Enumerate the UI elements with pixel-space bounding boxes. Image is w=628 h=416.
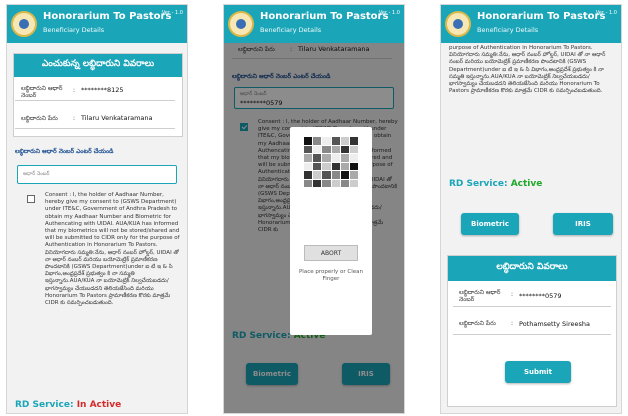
rd-status-value: In Active (76, 400, 122, 410)
rd-service-label: RD Service: (449, 179, 511, 189)
version-label: Ver - 1.0 (161, 10, 183, 16)
capture-hint: Place properly or Clean Finger (298, 269, 364, 282)
aadhaar-input[interactable]: ఆధార్ నెంబర్ (17, 165, 177, 184)
enter-aadhaar-section-label: లబ్ధిదారుని ఆధార్ నెంబర్ ఎంటర్ చేయండి (15, 148, 114, 155)
consent-text-tail: purpose of Authentication in Honorarium … (449, 45, 606, 95)
submit-button[interactable]: Submit (505, 361, 571, 383)
phone-screen-3: Honorarium To Pastors Beneficiary Detail… (440, 4, 622, 414)
app-logo-icon (11, 11, 37, 37)
biometric-button[interactable]: Biometric (461, 213, 519, 235)
phone-screen-1: Honorarium To Pastors Beneficiary Detail… (6, 4, 188, 414)
version-label: Ver - 1.0 (378, 10, 400, 16)
consent-telugu: వినియోగదారు సమ్మతి:నేను, ఆధార్ నంబర్ హోల… (45, 249, 179, 307)
name-value: Pothamsetty Sireesha (519, 320, 590, 328)
app-bar: Honorarium To Pastors Beneficiary Detail… (224, 5, 404, 43)
card-header: ఎంచుకున్న లబ్ధిదారుని వివరాలు (14, 54, 182, 77)
app-title: Honorarium To Pastors (477, 11, 606, 22)
colon: : (511, 320, 514, 327)
rd-service-label: RD Service: (15, 400, 77, 410)
name-value: Tilaru Venkataramana (81, 114, 153, 122)
colon: : (511, 291, 514, 298)
consent-english: Consent : I, the holder of Aadhaar Numbe… (45, 192, 180, 249)
app-subtitle: Beneficiary Details (43, 26, 105, 34)
aadhaar-row: లబ్ధిదారుని ఆధార్ నెంబర్ : ********0579 (453, 285, 611, 307)
rd-service-status: RD Service: In Active (15, 400, 121, 410)
app-bar: Honorarium To Pastors Beneficiary Detail… (441, 5, 621, 43)
app-logo-icon (228, 11, 254, 37)
version-label: Ver - 1.0 (595, 10, 617, 16)
app-bar: Honorarium To Pastors Beneficiary Detail… (7, 5, 187, 43)
rd-service-status: RD Service: Active (449, 179, 542, 189)
app-title: Honorarium To Pastors (260, 11, 389, 22)
consent-text: Consent : I, the holder of Aadhaar Numbe… (45, 192, 181, 307)
name-label: లబ్ధిదారుని పేరు (459, 320, 496, 327)
aadhaar-value: ********8125 (81, 86, 124, 94)
app-subtitle: Beneficiary Details (477, 26, 539, 34)
aadhaar-label: లబ్ధిదారుని ఆధార్ నెంబర్ (459, 289, 501, 303)
consent-checkbox[interactable] (27, 195, 35, 203)
aadhaar-label: లబ్ధిదారుని ఆధార్ నెంబర్ (21, 85, 63, 99)
phone-screen-2: Honorarium To Pastors Beneficiary Detail… (223, 4, 405, 414)
colon: : (73, 115, 76, 122)
aadhaar-value: ********0579 (519, 292, 562, 300)
fingerprint-capture-dialog: ABORT Place properly or Clean Finger (290, 127, 372, 335)
aadhaar-input-placeholder: ఆధార్ నెంబర్ (23, 171, 50, 177)
name-row: లబ్ధిదారుని పేరు : Tilaru Venkataramana (15, 109, 175, 129)
colon: : (73, 87, 76, 94)
abort-button[interactable]: ABORT (304, 245, 358, 261)
app-logo-icon (445, 11, 471, 37)
fingerprint-preview-icon (304, 137, 358, 187)
name-row: లబ్ధిదారుని పేరు : Pothamsetty Sireesha (453, 313, 611, 335)
aadhaar-row: లబ్ధిదారుని ఆధార్ నెంబర్ : ********8125 (15, 81, 175, 101)
rd-status-value: Active (510, 179, 543, 189)
name-label: లబ్ధిదారుని పేరు (21, 115, 58, 122)
iris-button[interactable]: IRIS (553, 213, 613, 235)
app-subtitle: Beneficiary Details (260, 26, 322, 34)
app-title: Honorarium To Pastors (43, 11, 172, 22)
card-header: లబ్ధిదారుని వివరాలు (448, 256, 616, 281)
stage: Honorarium To Pastors Beneficiary Detail… (0, 0, 628, 416)
